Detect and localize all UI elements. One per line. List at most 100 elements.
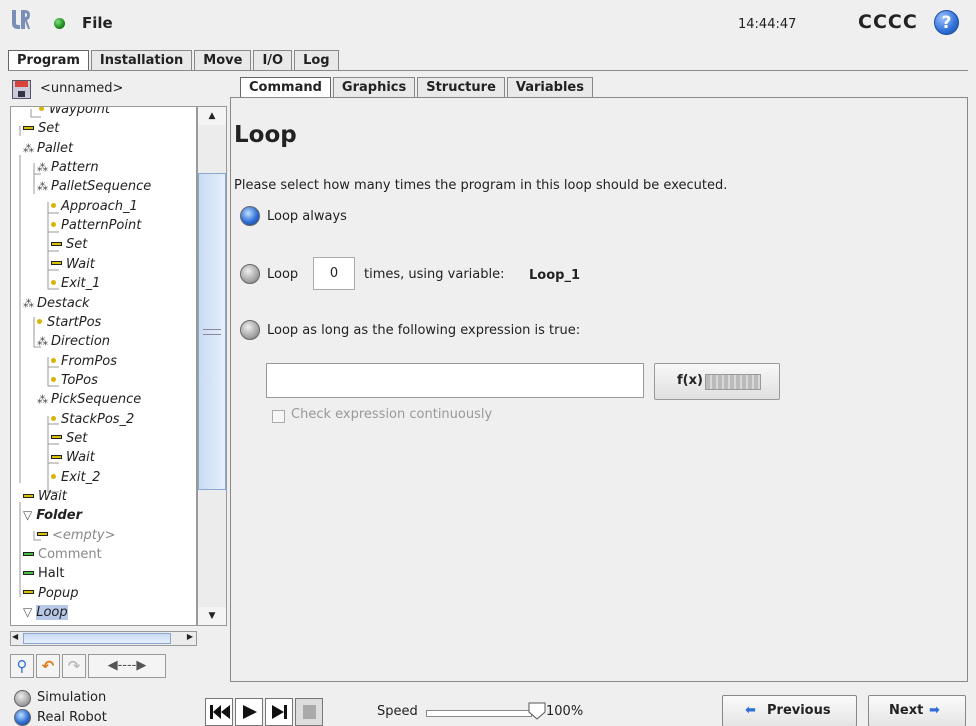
pattern-icon: ⁂ — [37, 180, 48, 194]
folder-icon: ▽ — [23, 508, 33, 523]
scroll-left-icon[interactable]: ◀ — [12, 632, 18, 641]
loop-count-field[interactable]: 0 — [313, 257, 355, 290]
footer: Simulation Real Robot Speed 100% ⬅ Previ… — [0, 684, 976, 726]
tree-item-label: Set — [66, 237, 88, 253]
program-tree[interactable]: Waypoint Set ⁂ Pallet ⁂ Pattern ⁂ PalletSequenc… — [10, 106, 197, 626]
tree-item-direction[interactable]: ⁂ Direction — [37, 332, 110, 351]
tree-item-comment[interactable]: Comment — [23, 545, 102, 564]
scroll-down-icon[interactable]: ▼ — [198, 607, 226, 625]
arrow-left-icon: ⬅ — [745, 703, 756, 718]
pattern-icon: ⁂ — [37, 161, 48, 175]
arrow-right-icon: ➡ — [929, 703, 940, 718]
tab-structure[interactable]: Structure — [417, 77, 505, 98]
tab-command[interactable]: Command — [240, 77, 331, 98]
header: File 14:44:47 CCCC ? — [0, 0, 976, 50]
loop-expression-radio[interactable] — [240, 320, 260, 340]
tree-item-frompos[interactable]: FromPos — [51, 352, 117, 371]
tree-item-halt[interactable]: Halt — [23, 564, 64, 583]
simulation-radio[interactable] — [14, 690, 31, 707]
tree-item-waypoint[interactable]: Waypoint — [39, 107, 110, 119]
waypoint-icon — [51, 222, 56, 228]
expression-input[interactable] — [266, 363, 644, 398]
expression-editor-button[interactable]: f(x) — [654, 363, 780, 400]
scroll-up-icon[interactable]: ▲ — [198, 107, 226, 125]
undo-icon[interactable]: ↶ — [36, 654, 60, 678]
tree-item-set[interactable]: Set — [51, 235, 87, 254]
loop-times-radio[interactable] — [240, 264, 260, 284]
command-icon — [23, 551, 34, 556]
tab-move[interactable]: Move — [194, 50, 252, 71]
file-menu[interactable]: File — [82, 14, 113, 32]
tree-item-destack[interactable]: ⁂ Destack — [23, 294, 90, 313]
tree-item-set[interactable]: Set — [23, 119, 59, 138]
tree-item-set[interactable]: Set — [51, 429, 87, 448]
check-continuous-checkbox[interactable] — [272, 410, 285, 423]
tab-graphics[interactable]: Graphics — [332, 77, 416, 98]
command-icon — [51, 261, 62, 266]
page-title: Loop — [234, 122, 297, 148]
help-icon[interactable]: ? — [934, 10, 959, 35]
tab-program[interactable]: Program — [8, 50, 89, 71]
tree-item-folder[interactable]: ▽ Folder — [23, 506, 82, 525]
program-tree-panel: <unnamed> Waypoint Set ⁂ Pallet ⁂ Pattern ⁂ Pal… — [10, 77, 227, 681]
tree-item-wait[interactable]: Wait — [51, 448, 95, 467]
tree-item-exit_1[interactable]: Exit_1 — [51, 274, 100, 293]
tree-item-empty[interactable]: <empty> — [37, 526, 116, 545]
tree-horizontal-scrollbar[interactable]: ◀ ▶ — [10, 631, 197, 646]
tree-item-label: <empty> — [52, 527, 116, 543]
fx-label: f(x) — [677, 373, 703, 388]
tree-item-exit_2[interactable]: Exit_2 — [51, 468, 100, 487]
tree-item-wait[interactable]: Wait — [51, 255, 95, 274]
previous-button[interactable]: ⬅ Previous — [722, 695, 857, 726]
tree-item-picksequence[interactable]: ⁂ PickSequence — [37, 390, 141, 409]
tree-vertical-scrollbar[interactable]: ▲ ▼ — [197, 106, 227, 626]
waypoint-icon — [37, 318, 42, 324]
waypoint-icon — [51, 357, 56, 363]
scrollbar-thumb[interactable] — [198, 173, 226, 490]
tree-item-startpos[interactable]: StartPos — [37, 313, 101, 332]
loop-always-radio[interactable] — [240, 206, 260, 226]
save-icon[interactable] — [12, 80, 31, 99]
check-continuous-label: Check expression continuously — [291, 407, 493, 422]
tree-item-pattern[interactable]: ⁂ Pattern — [37, 158, 99, 177]
tree-item-label: Loop — [36, 605, 68, 621]
tree-item-pallet[interactable]: ⁂ Pallet — [23, 139, 73, 158]
tree-item-topos[interactable]: ToPos — [51, 371, 98, 390]
speed-slider[interactable] — [426, 710, 532, 717]
tab-variables[interactable]: Variables — [506, 77, 593, 98]
command-icon — [51, 241, 62, 246]
hscrollbar-thumb[interactable] — [23, 633, 171, 644]
tab-io[interactable]: I/O — [253, 50, 293, 71]
tree-item-label: StartPos — [47, 314, 102, 330]
move-arrows-icon[interactable]: ◀----▶ — [88, 654, 166, 678]
speed-slider-knob[interactable] — [528, 702, 546, 720]
stop-button[interactable] — [295, 698, 323, 726]
rewind-button[interactable] — [205, 698, 233, 726]
main-tabs: Program Installation Move I/O Log — [8, 50, 341, 71]
command-icon — [51, 454, 62, 459]
real-robot-label: Real Robot — [37, 710, 107, 725]
tree-item-palletsequence[interactable]: ⁂ PalletSequence — [37, 177, 151, 196]
tab-log[interactable]: Log — [294, 50, 339, 71]
tree-item-label: Comment — [38, 547, 102, 563]
next-button[interactable]: Next ➡ — [868, 695, 966, 726]
tree-item-loop[interactable]: ▽ Loop — [23, 603, 68, 622]
tree-item-approach_1[interactable]: Approach_1 — [51, 197, 138, 216]
tree-item-patternpoint[interactable]: PatternPoint — [51, 216, 141, 235]
tree-item-label: PickSequence — [51, 392, 142, 408]
redo-icon[interactable]: ↷ — [62, 654, 86, 678]
play-button[interactable] — [235, 698, 263, 726]
real-robot-radio[interactable] — [14, 709, 31, 726]
scroll-right-icon[interactable]: ▶ — [187, 632, 193, 641]
tree-item-stackpos_2[interactable]: StackPos_2 — [51, 410, 134, 429]
tree-item-label: Wait — [66, 450, 95, 466]
stop-icon — [303, 705, 316, 719]
loop-prompt: Please select how many times the program… — [234, 178, 728, 193]
tree-item-popup[interactable]: Popup — [23, 584, 79, 603]
tree-item-label: Wait — [38, 489, 67, 504]
tab-installation[interactable]: Installation — [90, 50, 193, 71]
step-button[interactable] — [265, 698, 293, 726]
search-icon[interactable]: ⚲ — [10, 654, 34, 678]
tree-item-wait[interactable]: Wait — [23, 487, 67, 506]
command-content: Loop Please select how many times the pr… — [230, 97, 968, 682]
